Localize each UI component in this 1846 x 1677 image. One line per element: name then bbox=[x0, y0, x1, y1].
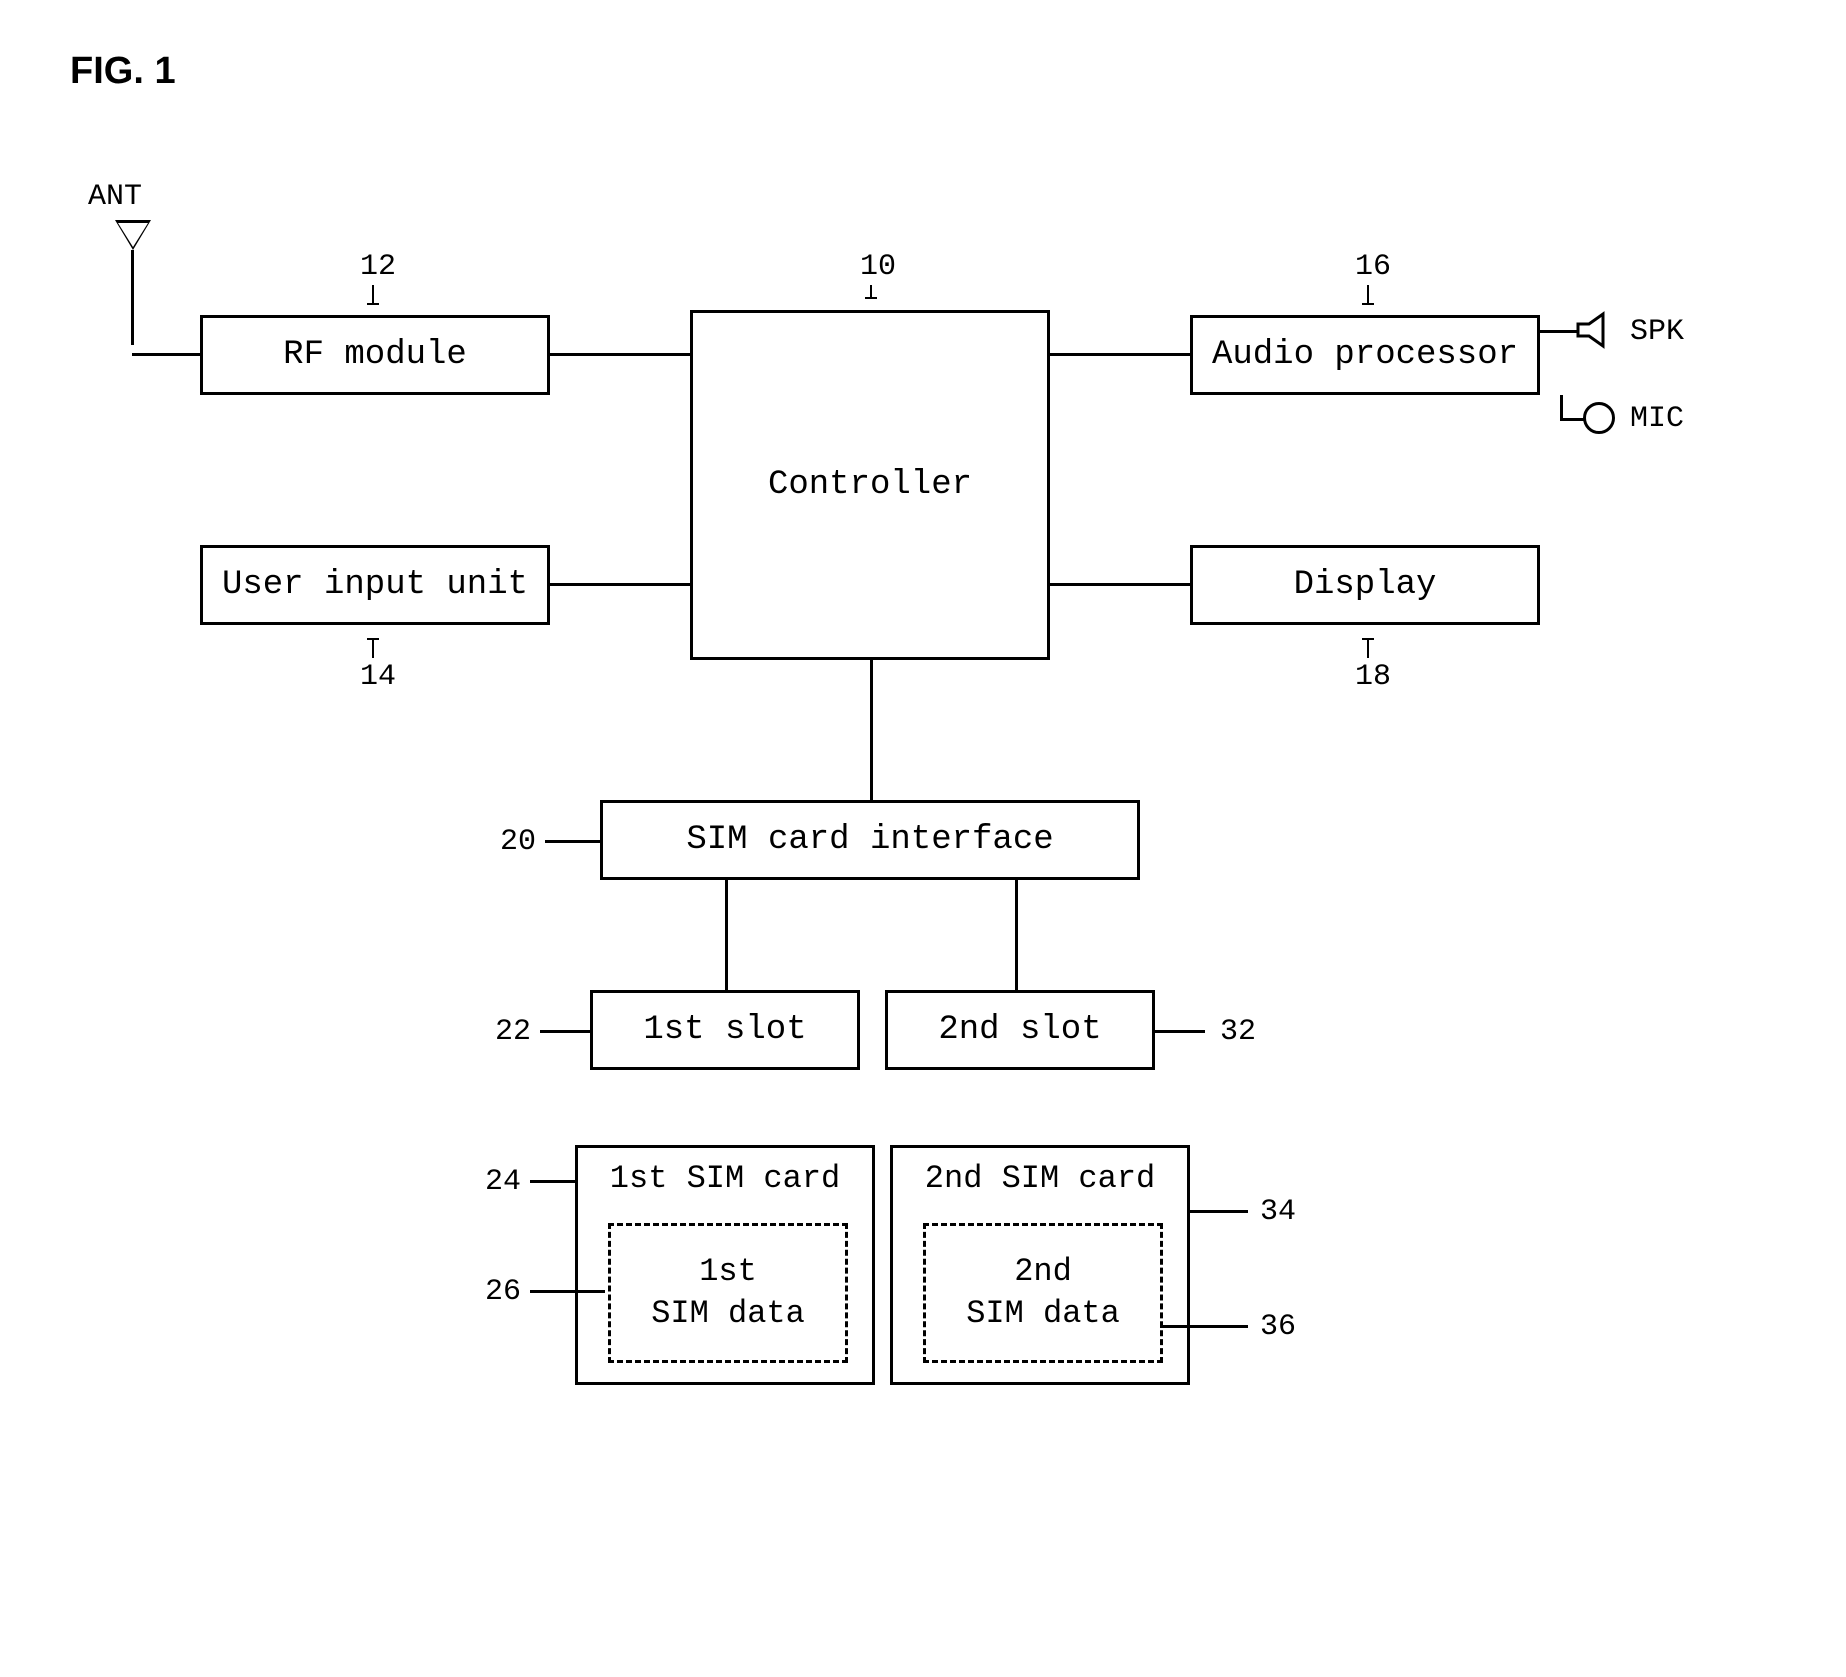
slot1-ref: 22 bbox=[495, 1015, 531, 1049]
sim-interface-label: SIM card interface bbox=[686, 821, 1053, 859]
slot2-block: 2nd slot bbox=[885, 990, 1155, 1070]
sim2-block: 2nd SIM card 2nd SIM data bbox=[890, 1145, 1190, 1385]
mic-icon bbox=[1583, 402, 1615, 434]
sim1-label: 1st SIM card bbox=[578, 1160, 872, 1197]
speaker-label: SPK bbox=[1630, 315, 1684, 349]
controller-block: Controller bbox=[690, 310, 1050, 660]
display-ref: 18 bbox=[1355, 660, 1391, 694]
sim2-data-label: 2nd SIM data bbox=[966, 1251, 1120, 1334]
slot1-label: 1st slot bbox=[643, 1011, 806, 1049]
sim1-data-ref: 26 bbox=[485, 1275, 521, 1309]
rf-module-ref: 12 bbox=[360, 250, 396, 284]
user-input-ref: 14 bbox=[360, 660, 396, 694]
antenna-icon bbox=[115, 220, 151, 250]
rf-module-label: RF module bbox=[283, 336, 467, 374]
speaker-icon bbox=[1575, 310, 1615, 350]
audio-processor-label: Audio processor bbox=[1212, 336, 1518, 374]
sim1-data-label: 1st SIM data bbox=[651, 1251, 805, 1334]
slot2-label: 2nd slot bbox=[938, 1011, 1101, 1049]
antenna-label: ANT bbox=[88, 180, 142, 214]
sim1-data-block: 1st SIM data bbox=[608, 1223, 848, 1363]
controller-label: Controller bbox=[768, 466, 972, 504]
sim1-block: 1st SIM card 1st SIM data bbox=[575, 1145, 875, 1385]
sim2-data-block: 2nd SIM data bbox=[923, 1223, 1163, 1363]
user-input-block: User input unit bbox=[200, 545, 550, 625]
sim2-ref: 34 bbox=[1260, 1195, 1296, 1229]
figure-title: FIG. 1 bbox=[70, 50, 176, 93]
slot1-block: 1st slot bbox=[590, 990, 860, 1070]
slot2-ref: 32 bbox=[1220, 1015, 1256, 1049]
rf-module-block: RF module bbox=[200, 315, 550, 395]
display-block: Display bbox=[1190, 545, 1540, 625]
controller-ref: 10 bbox=[860, 250, 896, 284]
sim2-label: 2nd SIM card bbox=[893, 1160, 1187, 1197]
audio-processor-block: Audio processor bbox=[1190, 315, 1540, 395]
sim-interface-ref: 20 bbox=[500, 825, 536, 859]
sim-interface-block: SIM card interface bbox=[600, 800, 1140, 880]
block-diagram: ANT Controller 10 RF module 12 User inpu… bbox=[70, 180, 1770, 1630]
user-input-label: User input unit bbox=[222, 566, 528, 604]
audio-processor-ref: 16 bbox=[1355, 250, 1391, 284]
sim1-ref: 24 bbox=[485, 1165, 521, 1199]
display-label: Display bbox=[1294, 566, 1437, 604]
mic-label: MIC bbox=[1630, 402, 1684, 436]
sim2-data-ref: 36 bbox=[1260, 1310, 1296, 1344]
